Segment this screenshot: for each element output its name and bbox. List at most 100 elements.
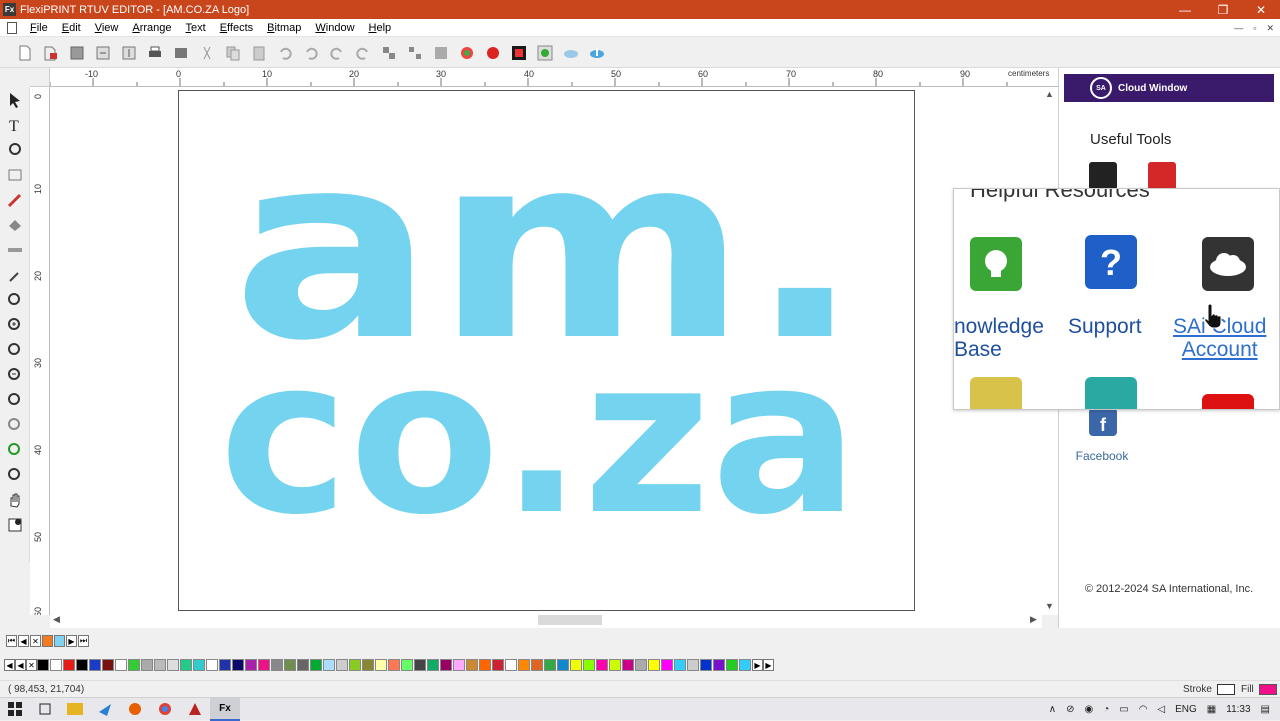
battery-icon[interactable]: ▭ (1119, 704, 1128, 715)
palette-swatch[interactable] (193, 659, 205, 671)
firefox-icon[interactable] (120, 698, 150, 721)
palette-prev-icon[interactable]: ◀ (18, 635, 29, 647)
menu-edit[interactable]: Edit (55, 22, 88, 34)
orange-swatch[interactable] (42, 635, 53, 647)
vertical-ruler[interactable]: 0 10 20 30 40 50 60 (30, 87, 50, 615)
chrome-icon[interactable] (150, 698, 180, 721)
doc-restore-button[interactable]: ▫ (1253, 23, 1256, 33)
color-managed-icon[interactable] (534, 42, 556, 64)
palette-swatch[interactable] (323, 659, 335, 671)
cloud-icon[interactable] (1202, 237, 1254, 291)
palette-swatch[interactable] (167, 659, 179, 671)
palette-scroll-right-icon[interactable]: ▶ (763, 659, 774, 671)
palette-next-icon[interactable]: ▶ (66, 635, 77, 647)
zoom-selection-icon[interactable] (3, 388, 27, 412)
palette-swatch[interactable] (115, 659, 127, 671)
palette-swatch[interactable] (557, 659, 569, 671)
palette-scroll-next-icon[interactable]: ▶ (752, 659, 763, 671)
zoom-all-icon[interactable] (3, 413, 27, 437)
menu-effects[interactable]: Effects (213, 22, 260, 34)
palette-swatch[interactable] (154, 659, 166, 671)
palette-swatch[interactable] (362, 659, 374, 671)
palette-swatch[interactable] (401, 659, 413, 671)
menu-view[interactable]: View (88, 22, 126, 34)
palette-swatch[interactable] (505, 659, 517, 671)
palette-none-icon[interactable]: ✕ (26, 659, 37, 671)
color-wheel-icon[interactable] (456, 42, 478, 64)
app-bird-icon[interactable] (90, 698, 120, 721)
start-icon[interactable] (0, 698, 30, 721)
palette-last-icon[interactable]: ⏭ (78, 635, 89, 647)
palette-swatch[interactable] (206, 659, 218, 671)
zoom-page-icon[interactable] (3, 338, 27, 362)
support-link[interactable]: Support (1068, 315, 1142, 338)
export-icon[interactable] (118, 42, 140, 64)
palette-swatch[interactable] (349, 659, 361, 671)
open-icon[interactable] (40, 42, 62, 64)
scroll-right-icon[interactable]: ▶ (1030, 614, 1037, 625)
save-icon[interactable] (66, 42, 88, 64)
text-tool-icon[interactable]: T (3, 113, 27, 137)
palette-swatch[interactable] (739, 659, 751, 671)
maximize-button[interactable]: ❐ (1204, 0, 1242, 19)
tray-app-icon[interactable]: ⊘ (1066, 704, 1074, 715)
volume-icon[interactable]: ◁ (1157, 704, 1165, 715)
zoom-previous-icon[interactable] (3, 438, 27, 462)
palette-swatch[interactable] (128, 659, 140, 671)
settings-tray-icon[interactable]: ▦ (1207, 704, 1216, 715)
doc-minimize-button[interactable]: — (1234, 23, 1243, 33)
palette-swatch[interactable] (583, 659, 595, 671)
close-button[interactable]: ✕ (1242, 0, 1280, 19)
swatch-icon[interactable] (508, 42, 530, 64)
language-indicator[interactable]: ENG (1175, 704, 1197, 715)
app-red-icon[interactable] (180, 698, 210, 721)
zoom-tool-icon[interactable] (3, 463, 27, 487)
palette-swatch[interactable] (466, 659, 478, 671)
palette-swatch[interactable] (50, 659, 62, 671)
palette-swatch[interactable] (687, 659, 699, 671)
palette-swatch[interactable] (388, 659, 400, 671)
redo-list-icon[interactable] (352, 42, 374, 64)
palette-swatch[interactable] (219, 659, 231, 671)
task-view-icon[interactable] (30, 698, 60, 721)
menu-arrange[interactable]: Arrange (125, 22, 178, 34)
scroll-thumb[interactable] (538, 615, 602, 625)
contour-tool-icon[interactable] (3, 213, 27, 237)
eyedropper-tool-icon[interactable] (3, 263, 27, 287)
zoom-out-icon[interactable] (3, 363, 27, 387)
production-manager-icon[interactable] (170, 42, 192, 64)
palette-swatch[interactable] (531, 659, 543, 671)
ruler-corner[interactable] (30, 68, 50, 87)
palette-swatch[interactable] (713, 659, 725, 671)
palette-swatch[interactable] (453, 659, 465, 671)
resource-teal-icon[interactable] (1085, 377, 1137, 409)
zoom-in-icon[interactable] (3, 313, 27, 337)
palette-swatch[interactable] (648, 659, 660, 671)
palette-swatch[interactable] (284, 659, 296, 671)
light-blue-swatch[interactable] (54, 635, 65, 647)
palette-swatch[interactable] (232, 659, 244, 671)
ungroup-icon[interactable] (404, 42, 426, 64)
clock[interactable]: 11:33 (1226, 704, 1250, 715)
minimize-button[interactable]: — (1166, 0, 1204, 19)
network-icon[interactable]: ◉ (1084, 704, 1093, 715)
horizontal-scrollbar[interactable]: ◀ ▶ (50, 613, 1042, 628)
rectangle-tool-icon[interactable] (3, 163, 27, 187)
no-color-swatch[interactable]: ✕ (30, 635, 41, 647)
logo-artwork[interactable]: am. co.za (179, 91, 914, 610)
wifi-icon[interactable]: ◠ (1139, 704, 1148, 715)
palette-swatch[interactable] (492, 659, 504, 671)
zoom-fit-icon[interactable] (3, 288, 27, 312)
palette-swatch[interactable] (141, 659, 153, 671)
palette-swatch[interactable] (479, 659, 491, 671)
lightbulb-icon[interactable] (970, 237, 1022, 291)
horizontal-ruler[interactable]: -10 0 10 20 30 40 50 60 70 80 90 centime… (50, 68, 1058, 87)
palette-swatch[interactable] (336, 659, 348, 671)
palette-scroll-left-icon[interactable]: ◀ (4, 659, 15, 671)
facebook-icon[interactable]: f (1089, 408, 1117, 436)
paste-icon[interactable] (248, 42, 270, 64)
file-explorer-icon[interactable] (60, 698, 90, 721)
palette-swatch[interactable] (37, 659, 49, 671)
palette-swatch[interactable] (700, 659, 712, 671)
cloud-sync-icon[interactable] (560, 42, 582, 64)
